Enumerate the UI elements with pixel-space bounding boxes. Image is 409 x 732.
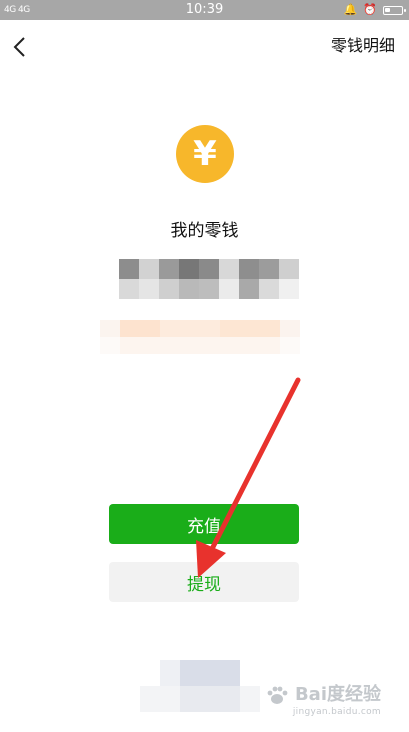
chevron-left-icon[interactable]: [10, 36, 30, 58]
alarm-clock-icon: ⏰: [363, 3, 377, 16]
balance-mosaic: [119, 259, 301, 301]
watermark-url: jingyan.baidu.com: [292, 707, 381, 717]
change-details-link[interactable]: 零钱明细: [331, 34, 395, 58]
watermark: Bai度经验 jingyan.baidu.com: [267, 684, 381, 718]
annotation-arrow: [196, 377, 301, 578]
info-mosaic: [100, 320, 300, 354]
status-icons: 🔔 ⏰: [343, 3, 406, 17]
watermark-brand: Bai度经验: [294, 684, 381, 705]
status-bar: 4G 4G 10:39 🔔 ⏰: [0, 0, 409, 20]
coin-icon: ¥: [176, 125, 234, 183]
recharge-button[interactable]: 充值: [109, 504, 299, 544]
bottom-mosaic: [140, 660, 260, 712]
battery-fill: [385, 7, 390, 12]
page-title: 我的零钱: [170, 221, 239, 241]
withdraw-button[interactable]: 提现: [109, 562, 299, 602]
battery-icon: [383, 5, 406, 15]
alarm-bell-icon: 🔔: [343, 3, 358, 16]
paw-logo-icon: [267, 686, 288, 704]
